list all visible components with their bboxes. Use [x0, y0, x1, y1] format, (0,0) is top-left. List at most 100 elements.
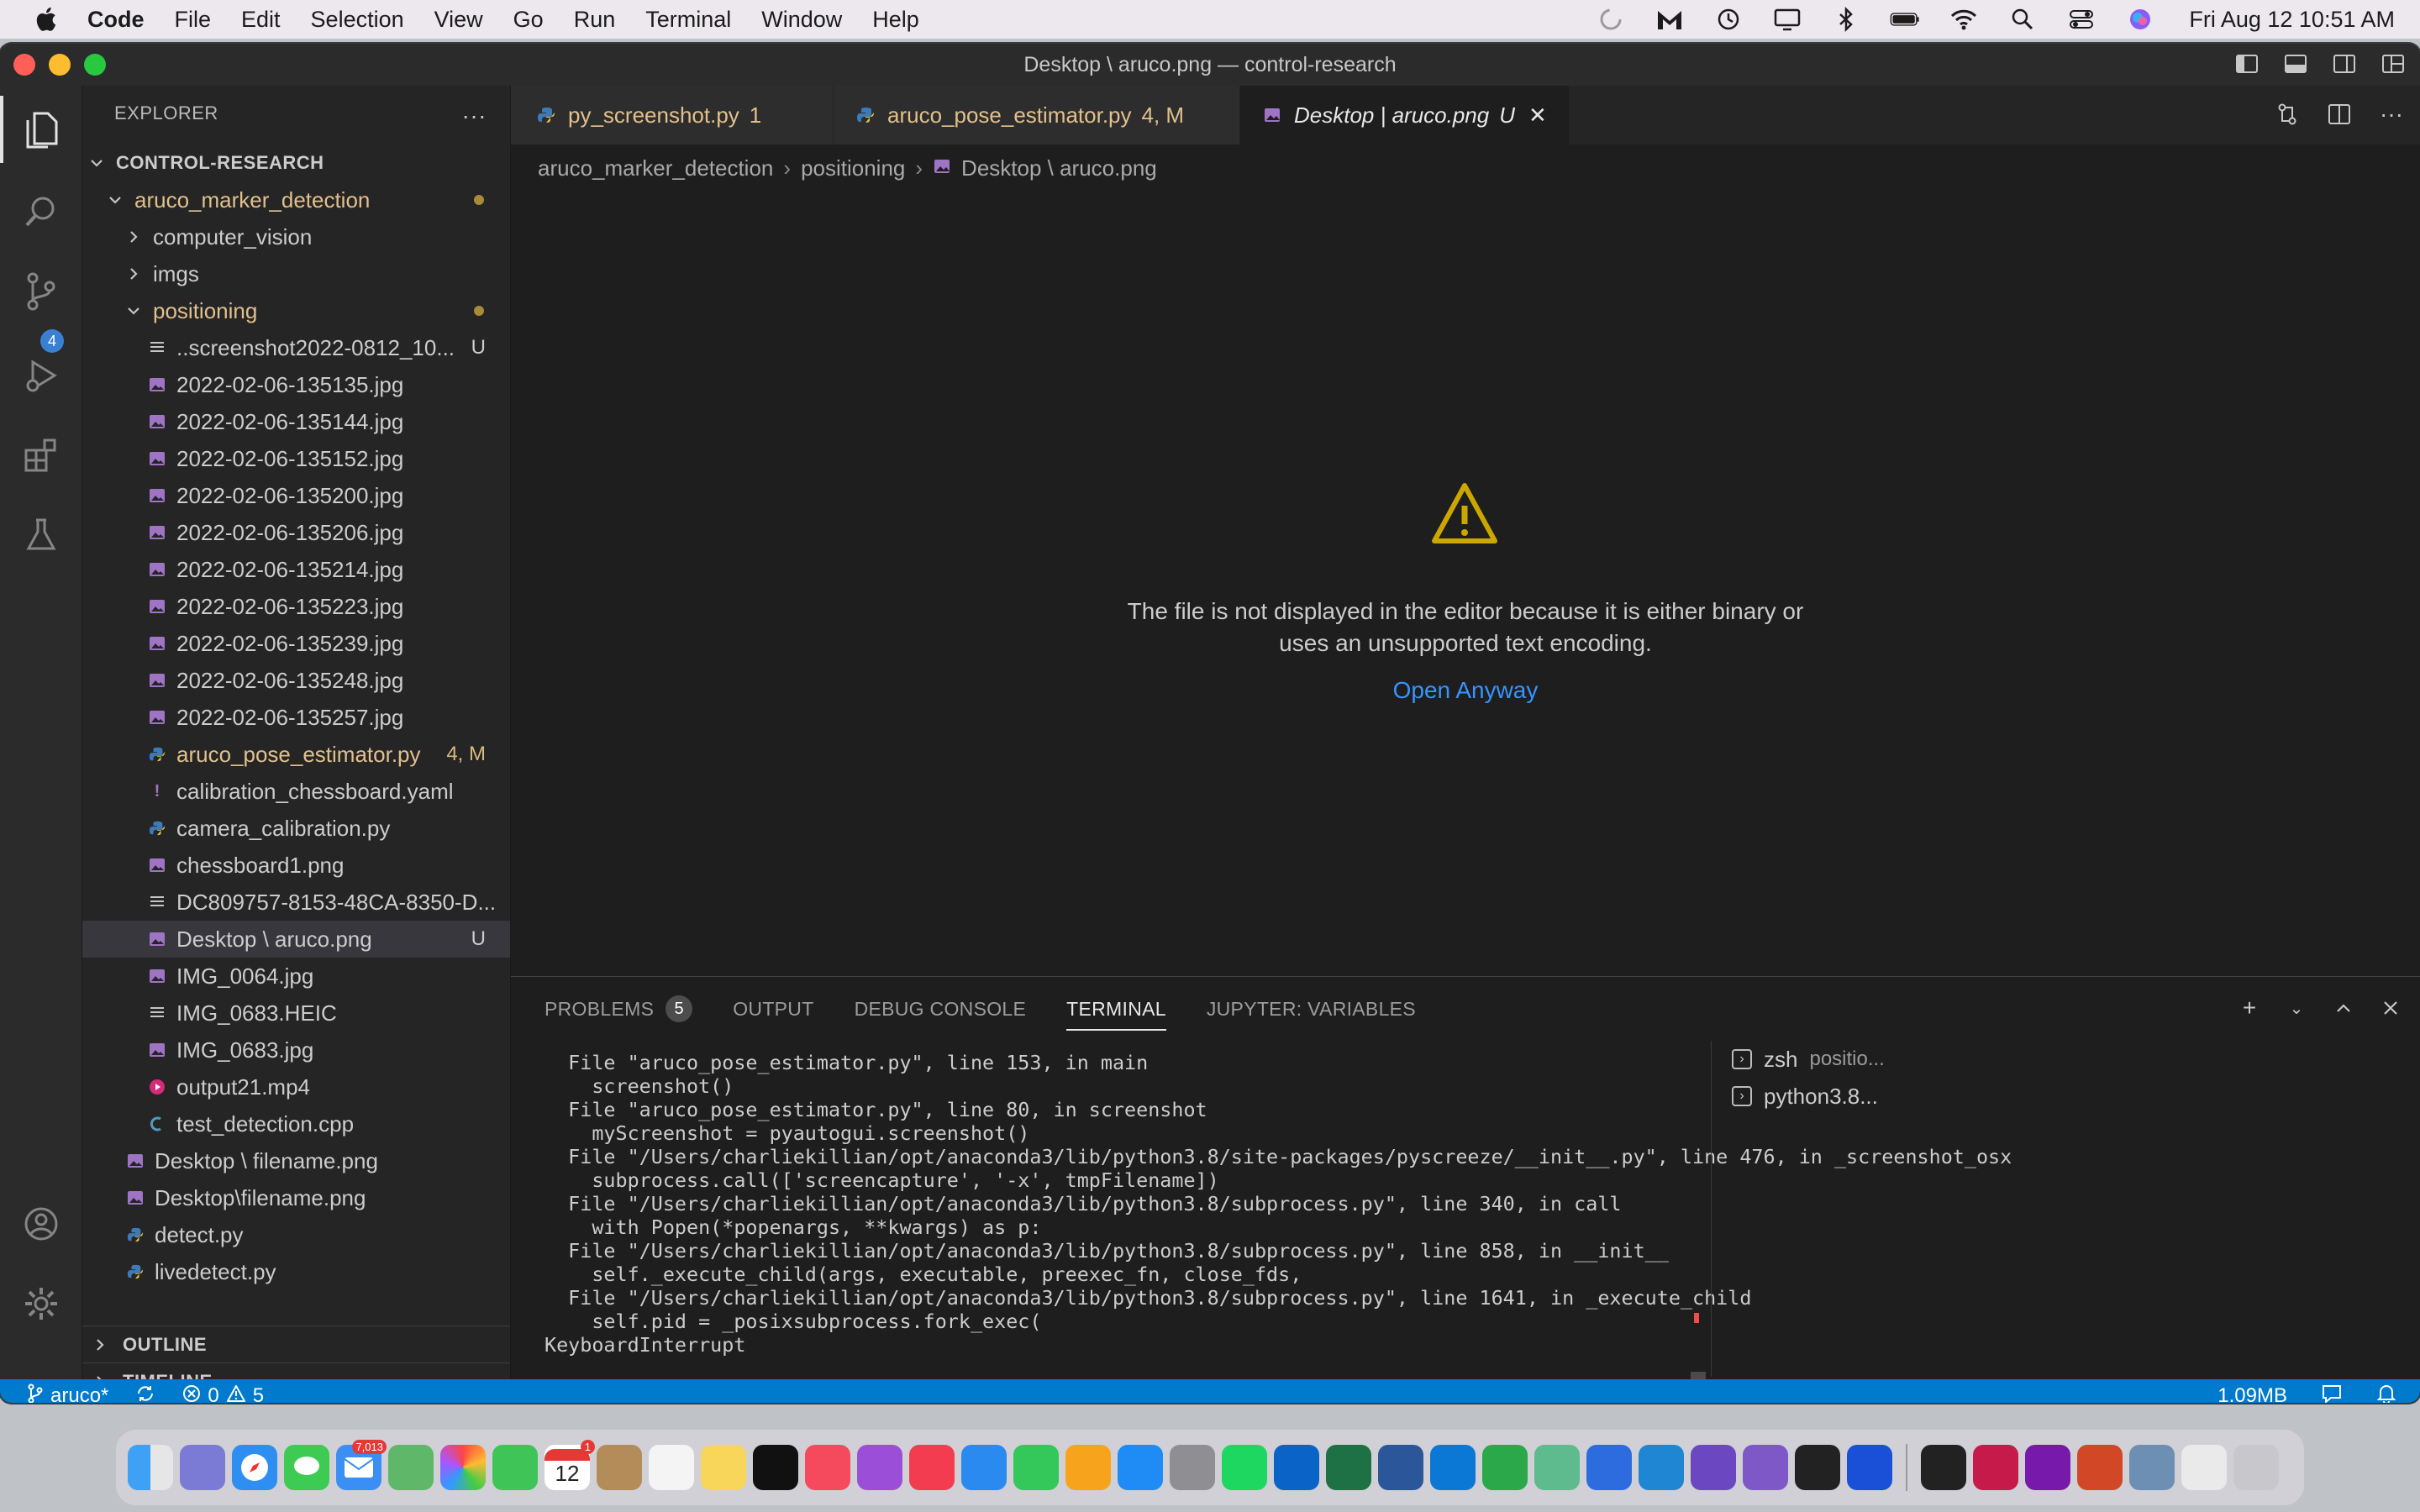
breadcrumb-item[interactable]: positioning: [801, 155, 905, 181]
terminal-app-icon[interactable]: [1795, 1445, 1840, 1490]
outlook-icon[interactable]: [1274, 1445, 1319, 1490]
tab-problems[interactable]: PROBLEMS 5: [544, 992, 693, 1026]
control-center-icon[interactable]: [2066, 7, 2096, 32]
tree-file[interactable]: 2022-02-06-135257.jpg: [82, 699, 510, 736]
tree-file[interactable]: 2022-02-06-135248.jpg: [82, 662, 510, 699]
menu-go[interactable]: Go: [513, 7, 544, 33]
source-control-icon[interactable]: [20, 270, 62, 312]
tree-file[interactable]: IMG_0064.jpg: [82, 958, 510, 995]
terminal-instance-python[interactable]: › python3.8...: [1712, 1078, 1896, 1115]
facetime-icon[interactable]: [492, 1445, 538, 1490]
tree-folder[interactable]: imgs: [82, 255, 510, 292]
explorer-files-icon[interactable]: [20, 109, 62, 151]
tree-file[interactable]: 2022-02-06-135152.jpg: [82, 440, 510, 477]
tree-file[interactable]: chessboard1.png: [82, 847, 510, 884]
tree-file[interactable]: camera_calibration.py: [82, 810, 510, 847]
arc-app-icon[interactable]: [1586, 1445, 1632, 1490]
keynote-icon[interactable]: [961, 1445, 1007, 1490]
battery-icon[interactable]: [1890, 7, 1920, 32]
open-anyway-link[interactable]: Open Anyway: [511, 677, 2420, 704]
music-icon[interactable]: [805, 1445, 850, 1490]
sync-status[interactable]: [135, 1383, 155, 1404]
tree-folder[interactable]: computer_vision: [82, 218, 510, 255]
tab-aruco-pose-estimator[interactable]: aruco_pose_estimator.py 4, M: [834, 86, 1240, 144]
toggle-panel-icon[interactable]: [2282, 50, 2309, 77]
tab-desktop-aruco-png[interactable]: Desktop | aruco.png U ✕: [1240, 86, 1570, 144]
zoom-window-button[interactable]: [84, 54, 106, 76]
tree-file[interactable]: DC809757-8153-48CA-8350-D...: [82, 884, 510, 921]
notes-icon[interactable]: [701, 1445, 746, 1490]
wifi-icon[interactable]: [1949, 7, 1979, 32]
spotlight-search-icon[interactable]: [2007, 7, 2038, 32]
menu-help[interactable]: Help: [872, 7, 919, 33]
activity-monitor-icon[interactable]: [1921, 1445, 1966, 1490]
toggle-sidebar-icon[interactable]: [2233, 50, 2260, 77]
launchpad-icon[interactable]: [180, 1445, 225, 1490]
apple-icon[interactable]: [32, 4, 62, 34]
onenote-icon[interactable]: [2025, 1445, 2070, 1490]
menu-code[interactable]: Code: [87, 7, 145, 33]
contacts-icon[interactable]: [597, 1445, 642, 1490]
trash-icon[interactable]: [2233, 1445, 2279, 1490]
finder-icon[interactable]: [128, 1445, 173, 1490]
podcasts-icon[interactable]: [857, 1445, 902, 1490]
tree-file[interactable]: detect.py: [82, 1216, 510, 1253]
malwarebytes-app-icon[interactable]: [1847, 1445, 1892, 1490]
toggle-secondary-sidebar-icon[interactable]: [2331, 50, 2358, 77]
apple-tv-icon[interactable]: [753, 1445, 798, 1490]
tab-jupyter-variables[interactable]: JUPYTER: VARIABLES: [1207, 992, 1416, 1026]
github-desktop-icon[interactable]: [1743, 1445, 1788, 1490]
maximize-panel-icon[interactable]: [2331, 995, 2356, 1021]
menu-selection[interactable]: Selection: [311, 7, 404, 33]
tree-file[interactable]: output21.mp4: [82, 1068, 510, 1105]
tree-file[interactable]: 2022-02-06-135239.jpg: [82, 625, 510, 662]
explorer-more-actions-icon[interactable]: ···: [462, 102, 487, 129]
breadcrumb-item[interactable]: aruco_marker_detection: [538, 155, 773, 181]
close-window-button[interactable]: [13, 54, 35, 76]
tree-folder[interactable]: aruco_marker_detection: [82, 181, 510, 218]
settings-gear-icon[interactable]: [20, 1283, 62, 1325]
breadcrumb-item[interactable]: Desktop \ aruco.png: [961, 155, 1157, 181]
calendar-icon[interactable]: 12 1: [544, 1440, 595, 1490]
tab-terminal[interactable]: TERMINAL: [1066, 992, 1166, 1031]
tree-file[interactable]: 2022-02-06-135223.jpg: [82, 588, 510, 625]
workspace-root[interactable]: CONTROL-RESEARCH: [82, 144, 510, 181]
feedback-icon[interactable]: [2321, 1383, 2343, 1403]
menu-run[interactable]: Run: [574, 7, 616, 33]
tree-file[interactable]: Desktop\filename.png: [82, 1179, 510, 1216]
visual-studio-icon[interactable]: [1691, 1445, 1736, 1490]
chevron-down-icon[interactable]: ⌄: [2284, 995, 2309, 1021]
vscode-icon[interactable]: [1639, 1445, 1684, 1490]
photos-icon[interactable]: [440, 1445, 486, 1490]
atom-icon[interactable]: [1534, 1445, 1580, 1490]
app-store-icon[interactable]: [1118, 1445, 1163, 1490]
messages-icon[interactable]: [284, 1445, 329, 1490]
problems-status[interactable]: 0 5: [182, 1384, 264, 1403]
word-icon[interactable]: [1378, 1445, 1423, 1490]
terminal-output[interactable]: File "aruco_pose_estimator.py", line 153…: [544, 1051, 2225, 1357]
excel-icon[interactable]: [1326, 1445, 1371, 1490]
tree-file[interactable]: 2022-02-06-135135.jpg: [82, 366, 510, 403]
new-terminal-icon[interactable]: +: [2237, 995, 2262, 1021]
close-tab-icon[interactable]: ✕: [1528, 102, 1547, 129]
tree-folder[interactable]: positioning: [82, 292, 510, 329]
bluetooth-icon[interactable]: [1831, 7, 1861, 32]
menu-file[interactable]: File: [175, 7, 212, 33]
tree-file[interactable]: 2022-02-06-135214.jpg: [82, 551, 510, 588]
malwarebytes-icon[interactable]: [1655, 7, 1685, 32]
onedrive-icon[interactable]: [1430, 1445, 1476, 1490]
search-icon[interactable]: [20, 191, 62, 233]
tree-file[interactable]: IMG_0683.HEIC: [82, 995, 510, 1032]
mail-icon[interactable]: 7,013: [336, 1440, 387, 1490]
reminders-icon[interactable]: [649, 1445, 694, 1490]
customize-layout-icon[interactable]: [2380, 50, 2407, 77]
menu-edit[interactable]: Edit: [241, 7, 281, 33]
maps-icon[interactable]: [388, 1445, 434, 1490]
run-debug-icon[interactable]: [20, 354, 62, 396]
menu-terminal[interactable]: Terminal: [645, 7, 731, 33]
tree-file[interactable]: Desktop \ filename.png: [82, 1142, 510, 1179]
menu-view[interactable]: View: [434, 7, 483, 33]
powerpoint-icon[interactable]: [2077, 1445, 2123, 1490]
file-size[interactable]: 1.09MB: [2217, 1384, 2287, 1403]
notifications-bell-icon[interactable]: [2376, 1383, 2396, 1403]
